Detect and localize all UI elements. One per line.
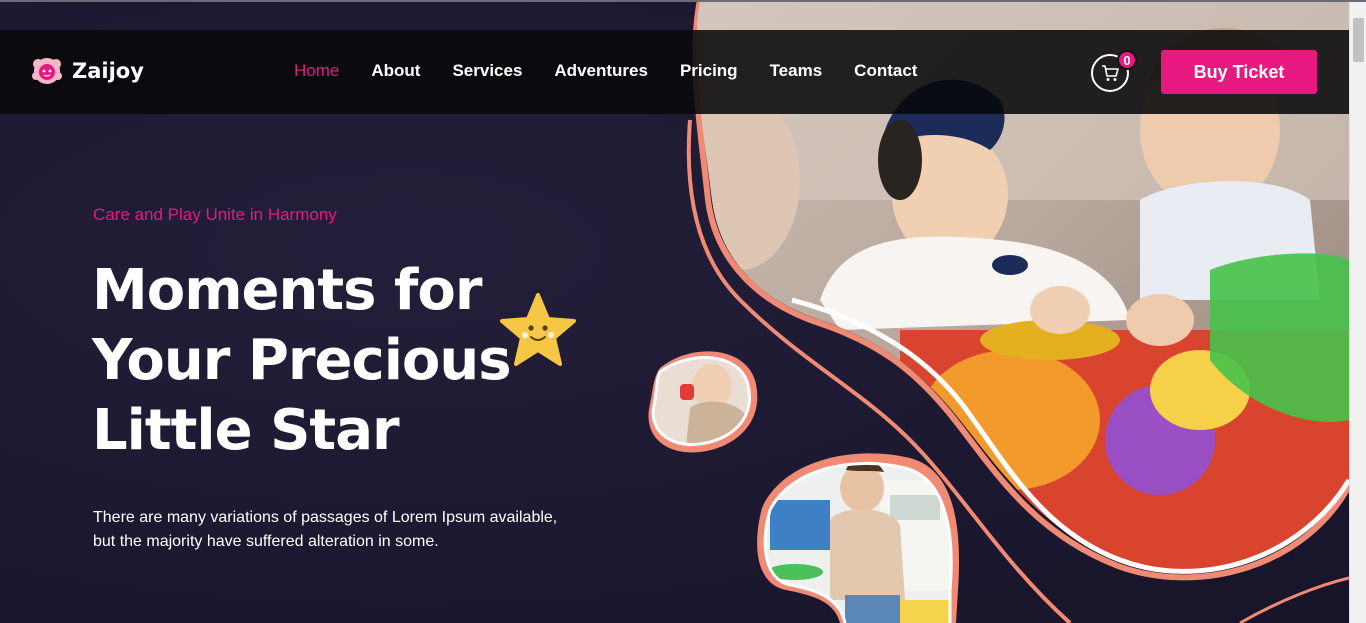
logo-icon (32, 58, 62, 84)
nav-teams[interactable]: Teams (770, 61, 823, 81)
nav-about[interactable]: About (371, 61, 420, 81)
brand-logo[interactable]: Zaijoy (30, 54, 144, 88)
page-scrollbar[interactable] (1349, 0, 1366, 623)
nav-home[interactable]: Home (294, 61, 339, 81)
cart-button[interactable]: 0 (1091, 50, 1137, 92)
description-line-2: but the majority have suffered alteratio… (93, 533, 439, 550)
headline-line-3: Little Star (92, 398, 400, 463)
hero-tagline: Care and Play Unite in Harmony (93, 205, 337, 224)
hero-headline: Moments for Your Precious Little Star (92, 256, 562, 466)
nav-pricing[interactable]: Pricing (680, 61, 738, 81)
scrollbar-thumb[interactable] (1353, 18, 1364, 62)
nav-services[interactable]: Services (452, 61, 522, 81)
nav-adventures[interactable]: Adventures (554, 61, 648, 81)
star-icon (500, 293, 576, 366)
cart-icon (1102, 65, 1119, 81)
headline-line-2: Your Precious (92, 328, 512, 393)
page: Zaijoy Home About Services Adventures Pr… (0, 0, 1349, 623)
buy-ticket-button[interactable]: Buy Ticket (1161, 50, 1317, 94)
description-line-1: There are many variations of passages of… (93, 509, 558, 526)
brand-name: Zaijoy (72, 59, 144, 83)
site-header: Zaijoy Home About Services Adventures Pr… (0, 30, 1349, 114)
hero-description: There are many variations of passages of… (93, 506, 593, 554)
headline-line-1: Moments for (92, 258, 482, 323)
cart-count-badge: 0 (1117, 50, 1137, 70)
nav-contact[interactable]: Contact (854, 61, 917, 81)
top-border (0, 0, 1366, 2)
main-nav: Home About Services Adventures Pricing T… (294, 61, 949, 81)
